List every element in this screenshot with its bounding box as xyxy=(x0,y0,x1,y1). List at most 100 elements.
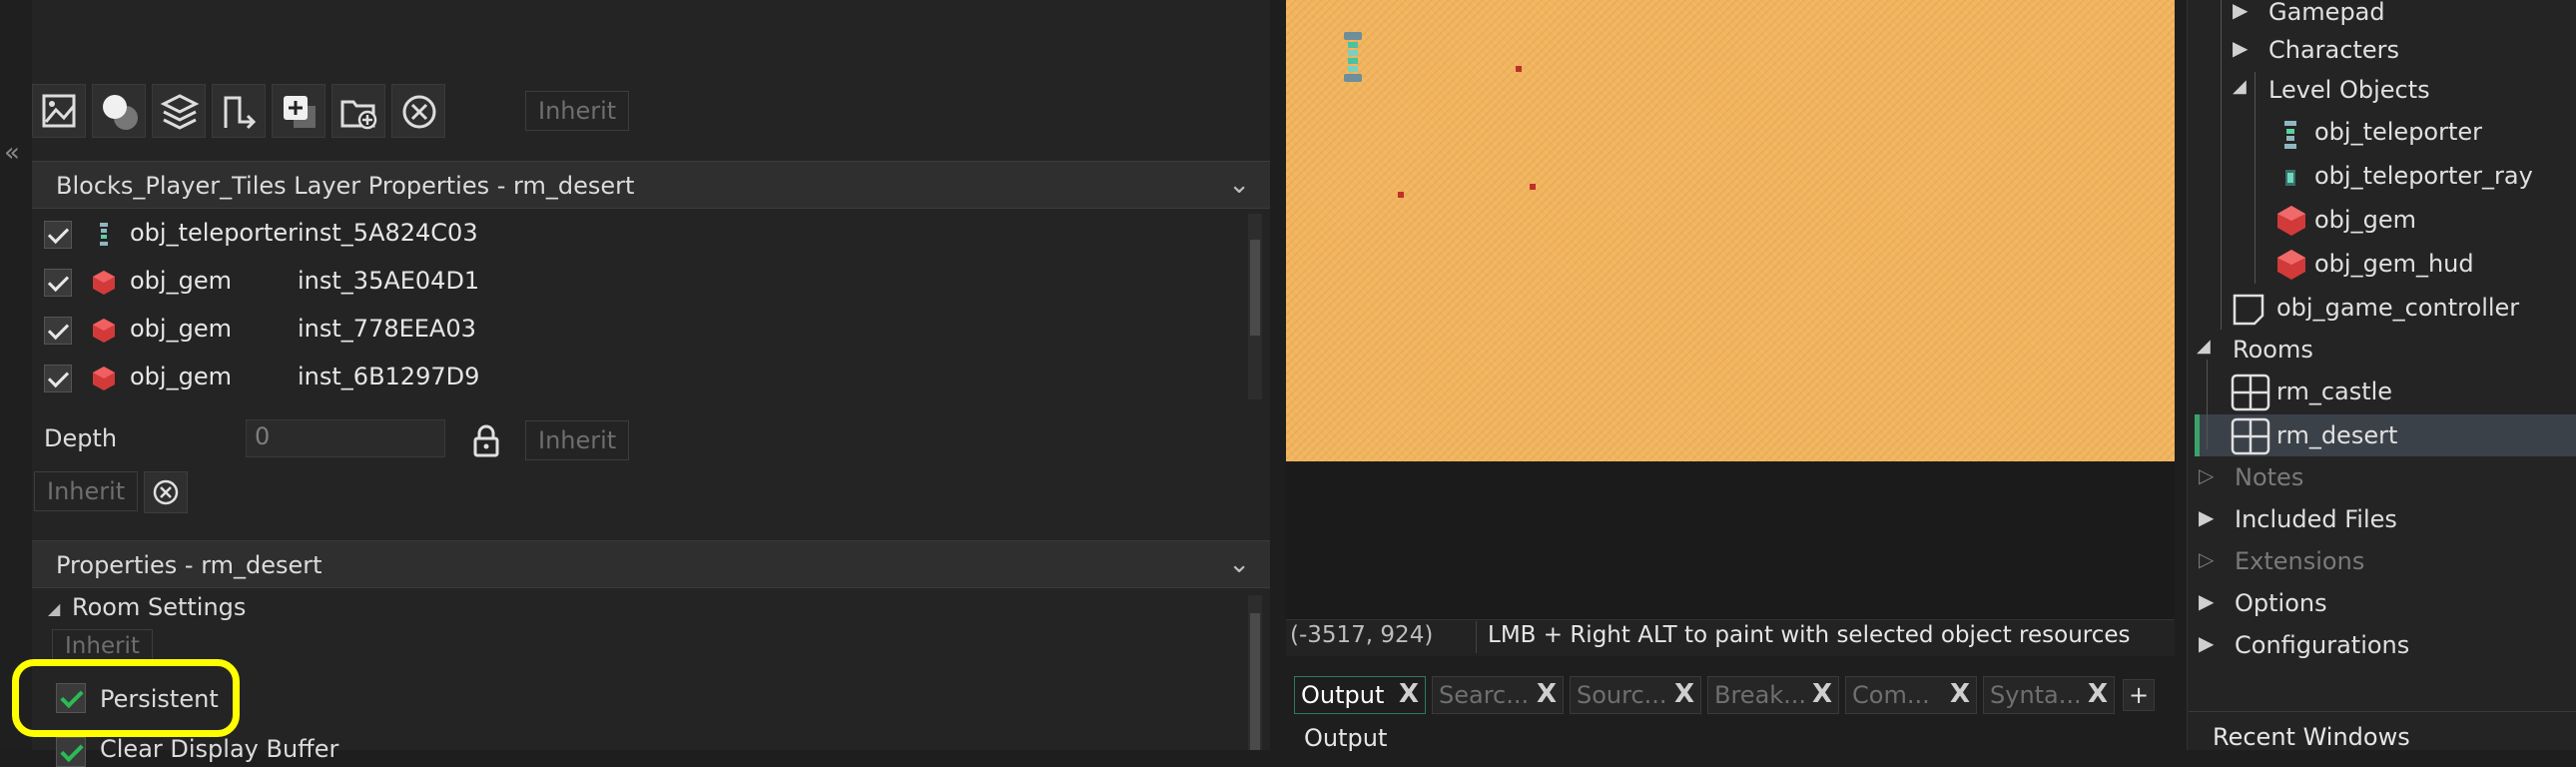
tile-layer-icon xyxy=(160,94,200,130)
instance-visible-checkbox[interactable] xyxy=(44,269,72,297)
inherit-depth-button[interactable]: Inherit xyxy=(525,420,630,460)
tree-item-options[interactable]: ▶ Options xyxy=(2199,583,2568,625)
expand-arrow-icon[interactable]: ▶ xyxy=(2233,36,2248,60)
tree-item-notes[interactable]: ▷ Notes xyxy=(2199,457,2568,499)
tree-item-rm-desert[interactable]: rm_desert xyxy=(2229,415,2568,457)
instance-row[interactable]: obj_teleporter inst_5A824C03 xyxy=(32,211,1248,259)
tree-item-extensions[interactable]: ▷ Extensions xyxy=(2199,541,2568,583)
expand-arrow-icon[interactable]: ▶ xyxy=(2233,0,2248,22)
add-tab-button[interactable]: + xyxy=(2123,679,2155,711)
collapse-arrow-icon[interactable]: ◢ xyxy=(2197,336,2211,357)
tree-item-obj-game-controller[interactable]: obj_game_controller xyxy=(2231,288,2570,330)
collapse-arrow-icon[interactable]: ◢ xyxy=(2233,76,2247,97)
tab-output[interactable]: Output X xyxy=(1294,676,1426,714)
add-instance-layer-button[interactable] xyxy=(272,84,325,138)
teleporter-instance-icon[interactable] xyxy=(1340,32,1366,82)
add-tile-layer-button[interactable] xyxy=(152,84,206,138)
instance-list-scrollbar[interactable] xyxy=(1248,214,1262,399)
clear-display-buffer-checkbox[interactable] xyxy=(56,737,86,767)
chevron-down-icon[interactable]: ⌄ xyxy=(1228,170,1250,200)
tree-item-configurations[interactable]: ▶ Configurations xyxy=(2199,625,2568,667)
expand-arrow-icon[interactable]: ▶ xyxy=(2199,631,2214,655)
layer-properties-title: Blocks_Player_Tiles Layer Properties - r… xyxy=(56,172,635,200)
instance-row[interactable]: obj_gem inst_6B1297D9 xyxy=(32,355,1248,402)
room-canvas[interactable] xyxy=(1286,0,2175,461)
tree-item-level-objects[interactable]: ◢ Level Objects xyxy=(2233,70,2562,112)
room-icon xyxy=(2231,374,2270,411)
expand-arrow-icon[interactable]: ▶ xyxy=(2199,505,2214,529)
close-icon[interactable]: X xyxy=(2088,679,2108,709)
delete-layer-button[interactable] xyxy=(391,84,445,138)
add-asset-layer-button[interactable] xyxy=(32,84,86,138)
collapse-panel-icon[interactable]: « xyxy=(4,138,20,168)
instance-object-name: obj_gem xyxy=(130,363,232,390)
tree-item-obj-teleporter[interactable]: obj_teleporter xyxy=(2274,112,2574,154)
tab-breakpoints[interactable]: Break... X xyxy=(1707,676,1839,714)
delete-instance-button[interactable] xyxy=(144,471,188,513)
chevron-down-icon[interactable]: ⌄ xyxy=(1228,549,1250,579)
inherit-room-settings-button[interactable]: Inherit xyxy=(52,629,153,663)
instance-row[interactable]: obj_gem inst_778EEA03 xyxy=(32,307,1248,355)
tree-item-rooms[interactable]: ◢ Rooms xyxy=(2197,330,2566,372)
expand-arrow-icon[interactable]: ▶ xyxy=(2199,589,2214,613)
close-icon[interactable]: X xyxy=(1537,679,1557,709)
tree-item-obj-teleporter-ray[interactable]: obj_teleporter_ray xyxy=(2274,156,2574,198)
inherit-layer-button[interactable]: Inherit xyxy=(525,91,630,131)
inherit-instances-button[interactable]: Inherit xyxy=(34,471,139,511)
tree-item-obj-gem[interactable]: obj_gem xyxy=(2274,200,2574,242)
output-panel-title: Output xyxy=(1304,724,1388,752)
cursor-coordinates: (-3517, 924) xyxy=(1290,622,1434,648)
tree-item-gamepad[interactable]: ▶ Gamepad xyxy=(2233,0,2562,34)
room-outside-area[interactable] xyxy=(1286,461,2175,619)
tree-item-rm-castle[interactable]: rm_castle xyxy=(2229,372,2568,413)
room-properties-header[interactable]: Properties - rm_desert ⌄ xyxy=(32,540,1270,588)
tree-item-included-files[interactable]: ▶ Included Files xyxy=(2199,499,2568,541)
instance-visible-checkbox[interactable] xyxy=(44,317,72,345)
tree-item-obj-gem-hud[interactable]: obj_gem_hud xyxy=(2274,244,2574,286)
add-background-layer-button[interactable] xyxy=(92,84,146,138)
instance-object-name: obj_teleporter xyxy=(130,219,299,247)
depth-label: Depth xyxy=(44,424,118,452)
tab-search[interactable]: Searc... X xyxy=(1432,676,1564,714)
tab-label: Searc... xyxy=(1439,681,1530,709)
close-icon[interactable]: X xyxy=(1674,679,1694,709)
instance-id: inst_6B1297D9 xyxy=(298,363,480,390)
expand-arrow-icon[interactable]: ▷ xyxy=(2199,463,2214,487)
room-properties-scrollbar[interactable] xyxy=(1248,595,1262,750)
add-path-layer-button[interactable] xyxy=(212,84,266,138)
layer-properties-header[interactable]: Blocks_Player_Tiles Layer Properties - r… xyxy=(32,161,1270,209)
close-icon[interactable]: X xyxy=(1399,679,1419,709)
gem-instance-marker[interactable] xyxy=(1398,192,1404,198)
collapse-triangle-icon[interactable]: ◢ xyxy=(48,599,60,618)
expand-arrow-icon[interactable]: ▷ xyxy=(2199,547,2214,571)
instance-visible-checkbox[interactable] xyxy=(44,365,72,392)
room-icon xyxy=(2231,417,2270,455)
gem-instance-marker[interactable] xyxy=(1516,66,1522,72)
room-settings-label: Room Settings xyxy=(72,593,247,621)
selected-row-marker xyxy=(2195,414,2200,456)
scrollbar-thumb[interactable] xyxy=(1250,240,1260,336)
lock-icon[interactable] xyxy=(471,423,501,457)
gem-instance-marker[interactable] xyxy=(1530,184,1536,190)
instance-id: inst_778EEA03 xyxy=(298,315,476,343)
close-icon[interactable]: X xyxy=(1812,679,1832,709)
close-icon[interactable]: X xyxy=(1950,679,1970,709)
instance-visible-checkbox[interactable] xyxy=(44,221,72,249)
highlight-annotation xyxy=(12,659,240,737)
scrollbar-thumb[interactable] xyxy=(1250,613,1260,750)
delete-icon xyxy=(153,479,179,505)
depth-input[interactable]: 0 xyxy=(246,419,445,457)
status-divider xyxy=(1476,621,1477,653)
tab-compile-errors[interactable]: Com... X xyxy=(1845,676,1977,714)
gem-icon xyxy=(2277,250,2305,280)
tree-item-characters[interactable]: ▶ Characters xyxy=(2233,30,2562,72)
tab-source[interactable]: Sourc... X xyxy=(1570,676,1701,714)
clear-display-buffer-label: Clear Display Buffer xyxy=(100,735,339,763)
background-layer-icon xyxy=(103,95,138,130)
tab-syntax-errors[interactable]: Synta... X xyxy=(1983,676,2115,714)
add-instance-icon xyxy=(284,96,316,128)
instance-row[interactable]: obj_gem inst_35AE04D1 xyxy=(32,259,1248,307)
recent-windows-header[interactable]: Recent Windows xyxy=(2213,723,2410,751)
add-folder-button[interactable] xyxy=(331,84,385,138)
tab-label: Sourc... xyxy=(1577,681,1667,709)
